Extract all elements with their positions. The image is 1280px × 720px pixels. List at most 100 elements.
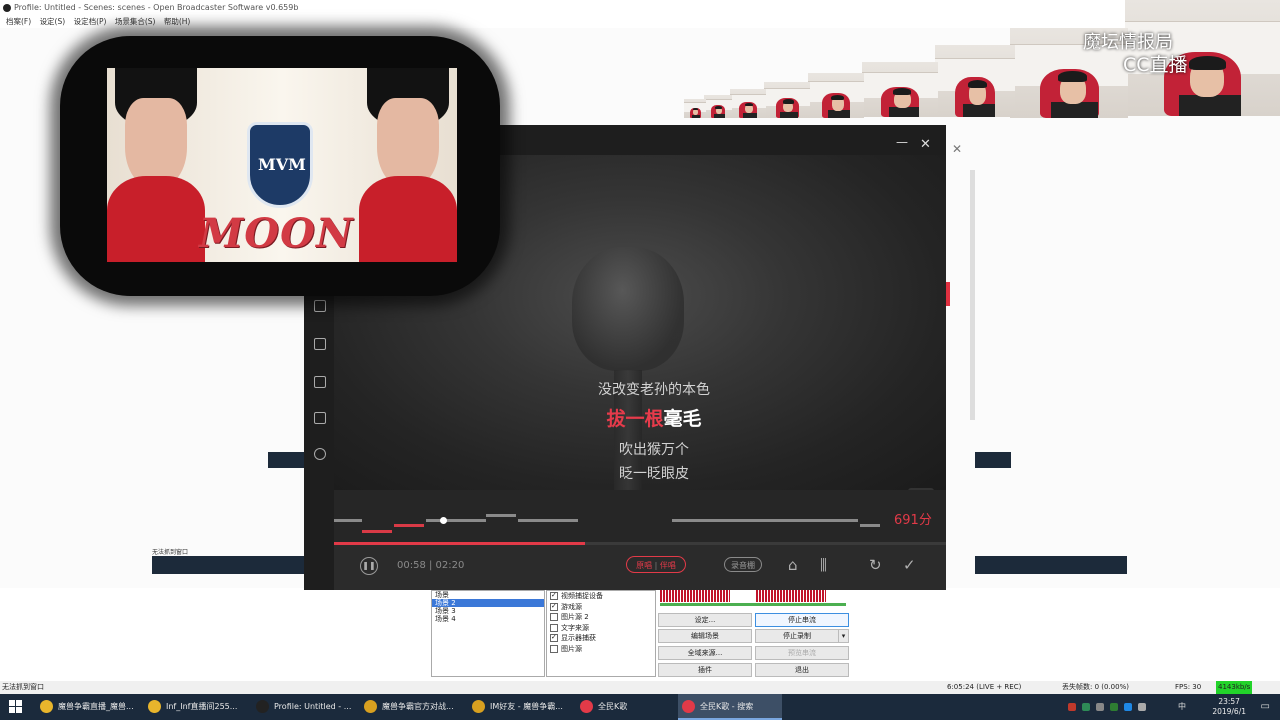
notification-icon[interactable]: ▭ bbox=[1261, 701, 1270, 712]
volume-slider[interactable] bbox=[660, 603, 846, 606]
taskbar-app-icon bbox=[364, 700, 377, 713]
source-item[interactable]: 图片源 bbox=[547, 644, 655, 655]
scene-item-selected[interactable]: 场景 2 bbox=[432, 599, 544, 607]
minimize-icon[interactable]: — bbox=[896, 135, 908, 149]
taskbar-item[interactable]: 全民K歌 - 搜索 bbox=[678, 694, 782, 720]
playback-controls: ❚❚ 00:58 | 02:20 原唱 | 伴唱 录音棚 ⌂ ⫼ ↻ ✓ bbox=[334, 545, 946, 590]
tray-app-icon[interactable] bbox=[1068, 703, 1076, 711]
taskbar-item-label: IM好友 - 魔兽争霸... bbox=[490, 702, 563, 711]
global-sources-button[interactable]: 全域来源... bbox=[658, 646, 752, 660]
taskbar-item-label: 魔兽争霸直播_魔兽... bbox=[58, 702, 134, 711]
moon-banner-frame: MVM MOON bbox=[60, 36, 500, 296]
tray-app-icon[interactable] bbox=[1124, 703, 1132, 711]
windows-start-icon[interactable] bbox=[9, 700, 23, 714]
source-item[interactable]: 游戏源 bbox=[547, 601, 655, 613]
record-dropdown-icon[interactable]: ▾ bbox=[838, 629, 849, 643]
checkbox-icon[interactable] bbox=[550, 632, 558, 643]
tray-app-icon[interactable] bbox=[1110, 703, 1118, 711]
menu-settings[interactable]: 设定(S) bbox=[40, 17, 66, 26]
stop-stream-button[interactable]: 停止串流 bbox=[755, 613, 849, 627]
loop-icon[interactable]: ↻ bbox=[869, 556, 882, 574]
taskbar-app-icon bbox=[580, 700, 593, 713]
meter-desktop bbox=[756, 590, 826, 602]
check-icon[interactable]: ✓ bbox=[903, 556, 916, 574]
webcam-tile bbox=[730, 89, 766, 118]
taskbar-app-icon bbox=[256, 700, 269, 713]
sidebar-video-icon[interactable] bbox=[314, 338, 326, 350]
sidebar-edit-icon[interactable] bbox=[314, 412, 326, 424]
checkbox-icon[interactable] bbox=[550, 590, 558, 601]
menu-file[interactable]: 档案(F) bbox=[6, 17, 31, 26]
menu-profile[interactable]: 设定档(P) bbox=[74, 17, 107, 26]
obs-dialog-close-icon[interactable]: ✕ bbox=[952, 142, 962, 156]
status-bitrate: 4143kb/s bbox=[1216, 681, 1253, 694]
preview-scrollbar[interactable] bbox=[970, 170, 975, 420]
portrait-left bbox=[107, 68, 205, 262]
tray-volume-icon[interactable] bbox=[1138, 703, 1146, 711]
checkbox-icon[interactable] bbox=[550, 644, 558, 653]
lyric-sung: 拔一根 bbox=[606, 408, 664, 430]
microphone-image bbox=[572, 247, 684, 371]
taskbar-item[interactable]: 魔兽争霸官方对战... bbox=[360, 694, 464, 720]
vocal-mode-toggle[interactable]: 原唱 | 伴唱 bbox=[626, 556, 686, 573]
checkbox-icon[interactable] bbox=[550, 613, 558, 621]
status-fps: FPS: 30 bbox=[1175, 683, 1202, 691]
ime-indicator[interactable]: 中 bbox=[1178, 701, 1186, 712]
close-icon[interactable]: ✕ bbox=[920, 137, 931, 152]
pause-icon[interactable]: ❚❚ bbox=[360, 557, 378, 575]
scene-list[interactable]: 场景 场景 2 场景 3 场景 4 bbox=[431, 590, 545, 677]
taskbar-item[interactable]: IM好友 - 魔兽争霸... bbox=[468, 694, 572, 720]
source-list[interactable]: 视频捕捉设备 游戏源 图片源 2 文字来源 显示器捕获 图片源 bbox=[546, 590, 656, 677]
lyric-next: 眨一眨眼皮 bbox=[619, 466, 689, 482]
score-display: 691分 bbox=[894, 513, 932, 528]
source-item[interactable]: 文字来源 bbox=[547, 623, 655, 634]
tray-network-icon[interactable] bbox=[1096, 703, 1104, 711]
obs-window-title: Profile: Untitled - Scenes: scenes - Ope… bbox=[14, 3, 299, 12]
source-item[interactable]: 视频捕捉设备 bbox=[547, 590, 655, 602]
pitch-note bbox=[860, 524, 880, 527]
obs-app-icon bbox=[3, 3, 11, 12]
taskbar-item[interactable]: Inf_Inf直播间255... bbox=[144, 694, 248, 720]
taskbar-item-label: Profile: Untitled - ... bbox=[274, 702, 352, 711]
pitch-note bbox=[426, 519, 486, 522]
source-item[interactable]: 图片源 2 bbox=[547, 612, 655, 623]
scene-item[interactable]: 场景 bbox=[432, 591, 544, 599]
sidebar-share-icon[interactable] bbox=[314, 300, 326, 312]
edit-scene-button[interactable]: 编辑场景 bbox=[658, 629, 752, 643]
system-clock[interactable]: 23:57 2019/6/1 bbox=[1212, 697, 1246, 717]
portrait-right bbox=[359, 68, 457, 262]
taskbar-item[interactable]: Profile: Untitled - ... bbox=[252, 694, 356, 720]
windows-taskbar: 魔兽争霸直播_魔兽... Inf_Inf直播间255... Profile: Unt… bbox=[0, 694, 1280, 720]
settings-button[interactable]: 设定... bbox=[658, 613, 752, 627]
camera-icon[interactable]: ⌂ bbox=[788, 556, 798, 574]
pitch-note bbox=[518, 519, 578, 522]
scene-item[interactable]: 场景 4 bbox=[432, 615, 544, 623]
lyric-previous: 没改变老孙的本色 bbox=[598, 382, 710, 398]
obs-status-bar: 无法抓到窗口 6:05:24 (LIVE + REC) 丢失帧数: 0 (0.0… bbox=[0, 681, 1280, 694]
mini-taskbar-right-small bbox=[975, 452, 1011, 468]
taskbar-app-icon bbox=[682, 700, 695, 713]
system-tray: 中 23:57 2019/6/1 ▭ bbox=[1060, 694, 1280, 720]
webcam-tile bbox=[935, 45, 1015, 117]
stop-record-button[interactable]: 停止录制 bbox=[755, 629, 839, 643]
taskbar-item[interactable]: 全民K歌 bbox=[576, 694, 674, 720]
equalizer-icon[interactable]: ⫼ bbox=[820, 556, 827, 574]
scene-item[interactable]: 场景 3 bbox=[432, 607, 544, 615]
menu-help[interactable]: 帮助(H) bbox=[164, 17, 191, 26]
karaoke-sidebar bbox=[304, 290, 334, 490]
plugins-button[interactable]: 插件 bbox=[658, 663, 752, 677]
taskbar-item[interactable]: 魔兽争霸直播_魔兽... bbox=[36, 694, 140, 720]
webcam-tile bbox=[862, 62, 938, 117]
source-item[interactable]: 显示器捕获 bbox=[547, 632, 655, 644]
checkbox-icon[interactable] bbox=[550, 623, 558, 632]
sidebar-effects-icon[interactable] bbox=[314, 448, 326, 460]
sidebar-screen-icon[interactable] bbox=[314, 376, 326, 388]
studio-button[interactable]: 录音棚 bbox=[724, 557, 762, 572]
menu-scene-collection[interactable]: 场景集合(S) bbox=[115, 17, 156, 26]
webcam-tile bbox=[808, 73, 864, 118]
tray-app-icon[interactable] bbox=[1082, 703, 1090, 711]
checkbox-icon[interactable] bbox=[550, 601, 558, 611]
pitch-note bbox=[672, 519, 858, 522]
exit-button[interactable]: 退出 bbox=[755, 663, 849, 677]
preview-stream-button[interactable]: 预览串流 bbox=[755, 646, 849, 660]
